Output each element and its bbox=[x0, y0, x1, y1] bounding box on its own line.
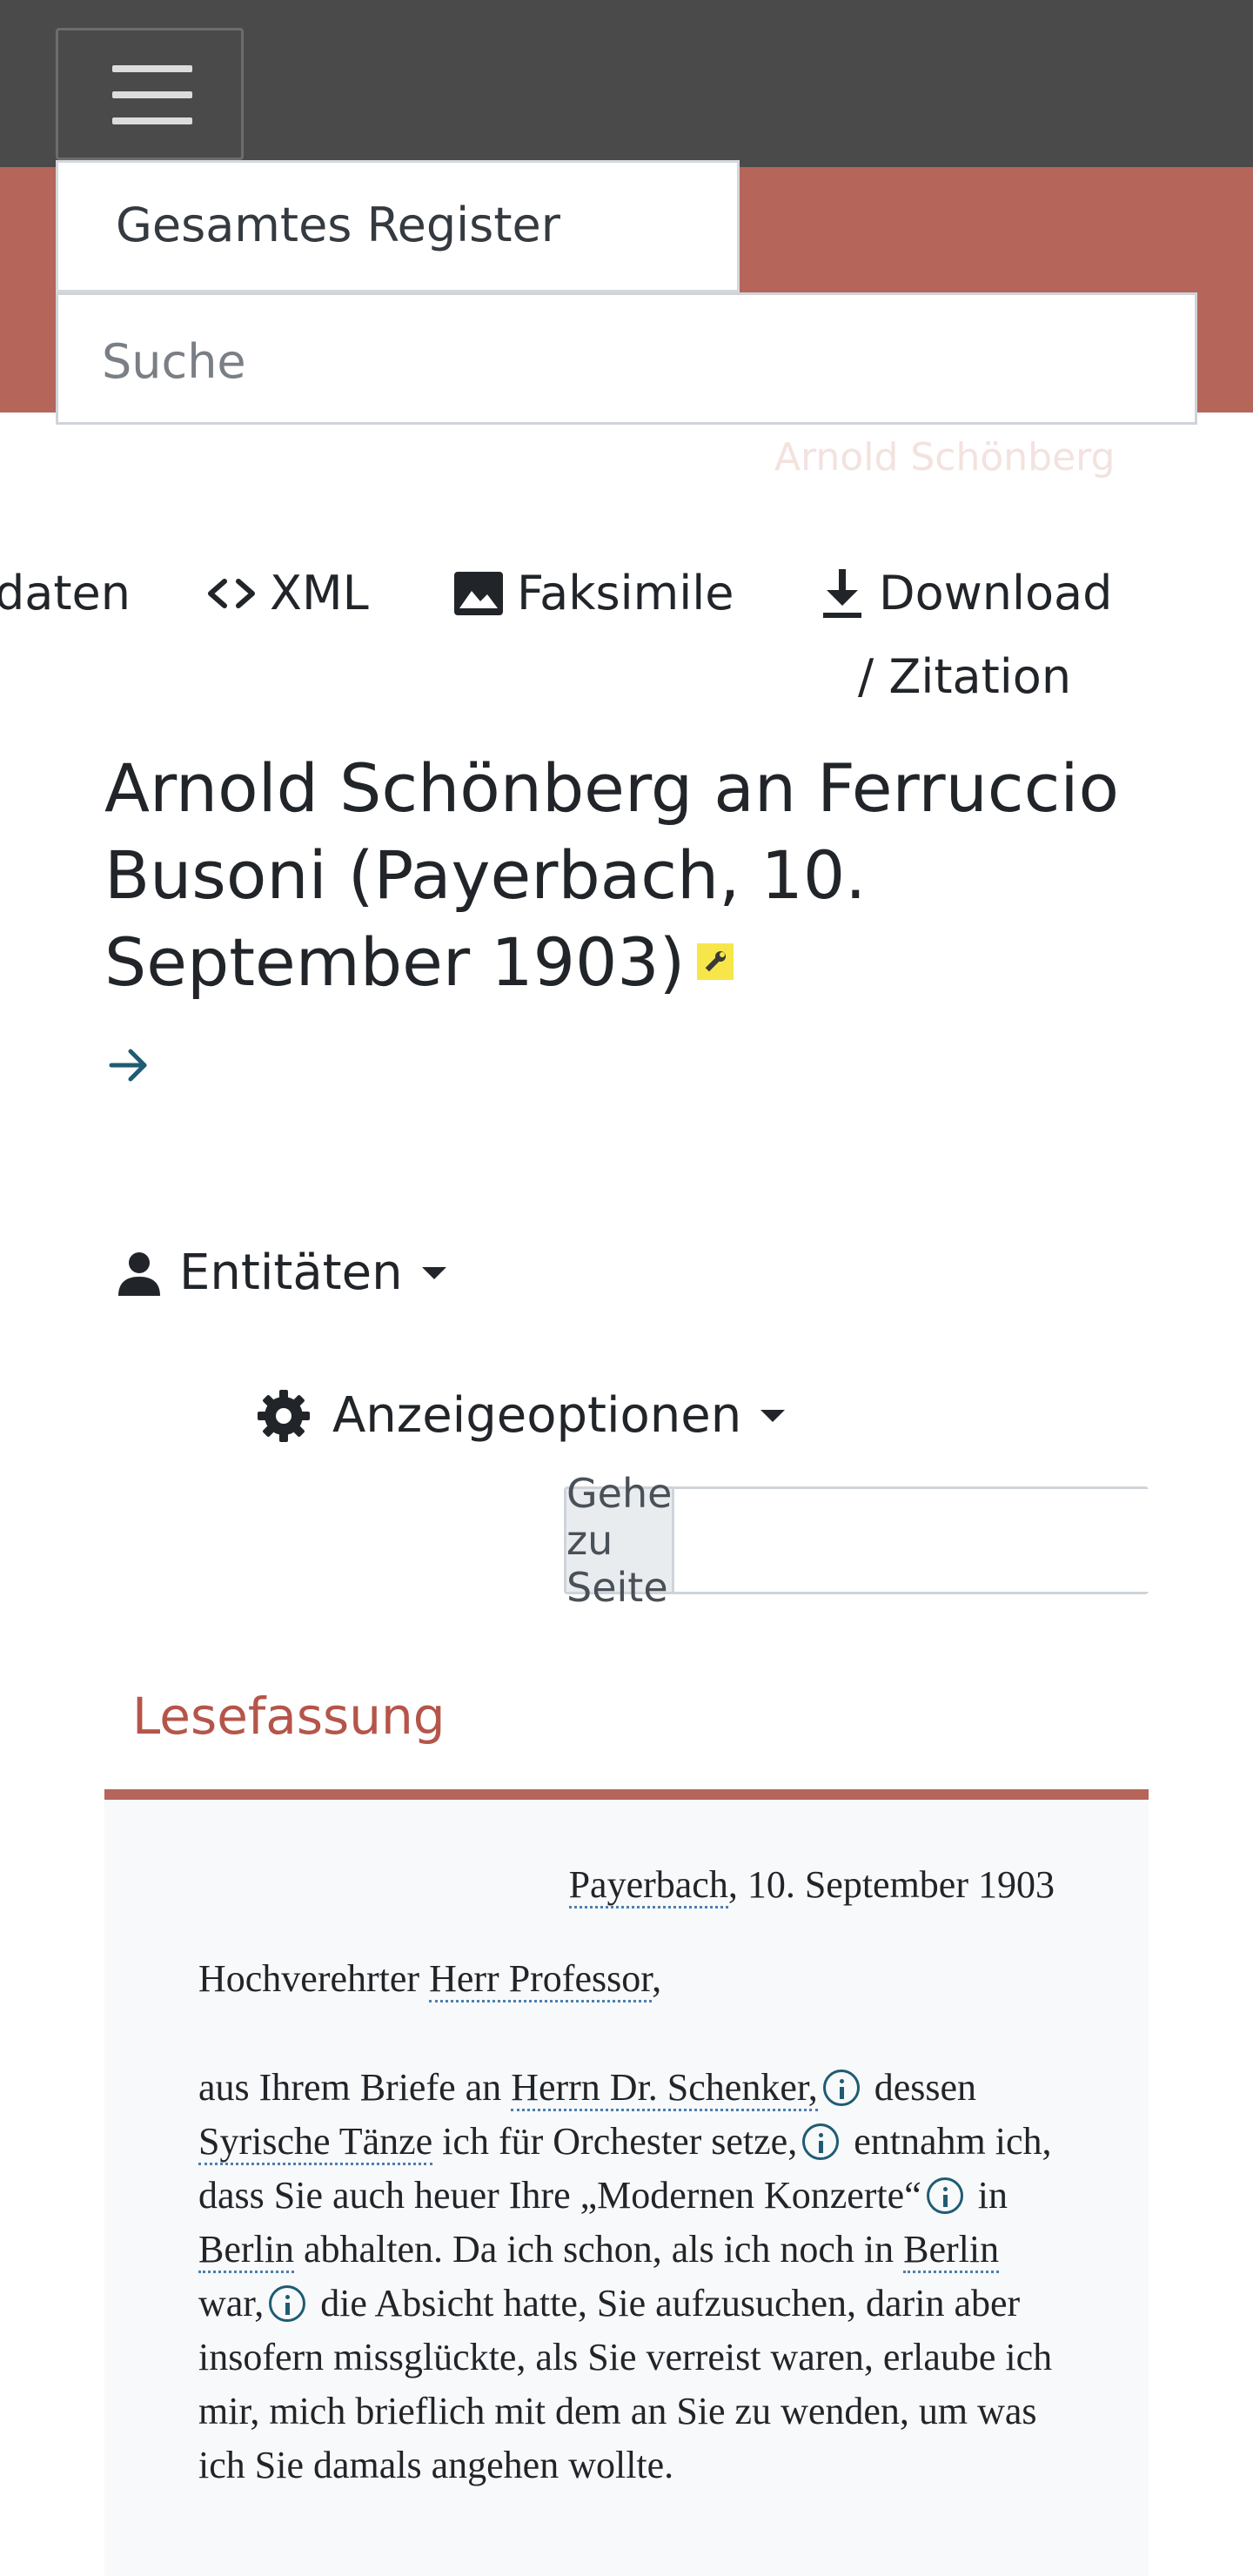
register-label: Gesamtes Register bbox=[116, 198, 560, 252]
hamburger-menu-icon bbox=[112, 65, 192, 72]
download-icon bbox=[823, 568, 861, 618]
letter-dateline: Payerbach, 10. September 1903 bbox=[568, 1862, 1055, 1909]
place-entity-link[interactable]: Payerbach bbox=[568, 1863, 728, 1909]
chevron-down-icon bbox=[761, 1409, 786, 1422]
place-entity-link[interactable]: Berlin bbox=[903, 2228, 1000, 2273]
site-title[interactable]: Arnold Schönberg bbox=[774, 435, 1115, 480]
person-icon bbox=[118, 1251, 160, 1296]
gear-icon bbox=[258, 1389, 310, 1442]
image-icon bbox=[454, 571, 503, 615]
citation-link[interactable]: / Zitation bbox=[858, 649, 1071, 704]
work-entity-link[interactable]: Syrische Tänze bbox=[198, 2120, 433, 2165]
search-input[interactable] bbox=[102, 326, 1146, 396]
chevron-down-icon bbox=[421, 1266, 446, 1279]
tab-reading-version[interactable]: Lesefassung bbox=[132, 1687, 446, 1746]
info-icon[interactable] bbox=[269, 2284, 306, 2322]
letter-salutation: Hochverehrter Herr Professor, bbox=[198, 1956, 661, 2002]
info-icon[interactable] bbox=[802, 2123, 840, 2160]
metadata-link[interactable]: daten bbox=[0, 566, 131, 621]
goto-page-label: Gehe zu Seite bbox=[566, 1470, 675, 1611]
tab-underline bbox=[104, 1789, 1149, 1800]
hamburger-menu-button[interactable] bbox=[56, 28, 244, 160]
person-entity-link[interactable]: Herr Professor bbox=[429, 1957, 653, 2002]
status-badge bbox=[697, 943, 734, 980]
entities-dropdown[interactable]: Entitäten bbox=[115, 1244, 446, 1301]
place-entity-link[interactable]: Berlin bbox=[198, 2228, 294, 2273]
letter-paragraph: aus Ihrem Briefe an Herrn Dr. Schenker, … bbox=[198, 2066, 1053, 2486]
download-link[interactable]: Download bbox=[818, 566, 1112, 621]
xml-link[interactable]: XML bbox=[205, 566, 369, 621]
info-icon[interactable] bbox=[822, 2069, 860, 2106]
register-menu-item[interactable]: Gesamtes Register bbox=[56, 160, 740, 292]
page-title: Arnold Schönberg an Ferruccio Busoni (Pa… bbox=[104, 749, 1119, 1001]
search-box bbox=[56, 292, 1197, 425]
goto-page-input[interactable] bbox=[674, 1489, 1196, 1592]
display-options-dropdown[interactable]: Anzeigeoptionen bbox=[256, 1387, 786, 1444]
facsimile-link[interactable]: Faksimile bbox=[452, 566, 734, 621]
top-navbar bbox=[0, 0, 1253, 167]
person-entity-link[interactable]: Herrn Dr. Schenker, bbox=[511, 2066, 818, 2111]
arrow-right-icon[interactable] bbox=[108, 1044, 151, 1086]
letter-text-panel: Payerbach, 10. September 1903 Hochverehr… bbox=[104, 1800, 1149, 2576]
goto-page-group: Gehe zu Seite bbox=[564, 1470, 1196, 1611]
code-icon bbox=[208, 578, 255, 608]
wrench-icon bbox=[705, 951, 727, 972]
info-icon[interactable] bbox=[926, 2177, 963, 2214]
